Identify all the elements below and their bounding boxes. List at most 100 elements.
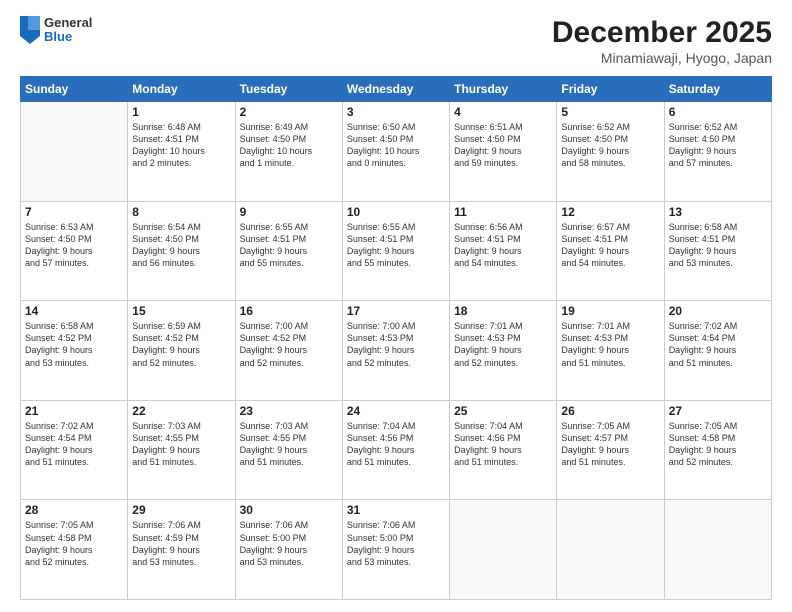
col-thursday: Thursday <box>450 77 557 102</box>
calendar-cell-0-4: 4 Sunrise: 6:51 AMSunset: 4:50 PMDaylight… <box>450 102 557 202</box>
col-saturday: Saturday <box>664 77 771 102</box>
calendar-cell-3-4: 25 Sunrise: 7:04 AMSunset: 4:56 PMDayligh… <box>450 400 557 500</box>
calendar-cell-3-1: 22Sunrise: 7:03 AMSunset: 4:55 PMDayligh… <box>128 400 235 500</box>
day-number: 6 <box>669 105 767 119</box>
calendar-table: Sunday Monday Tuesday Wednesday Thursday… <box>20 76 772 600</box>
day-info: Sunrise: 7:04 AMSunset: 4:56 PMDaylight:… <box>347 420 445 469</box>
day-info: Sunrise: 6:53 AMSunset: 4:50 PMDaylight:… <box>25 221 123 270</box>
calendar-cell-4-0: 28 Sunrise: 7:05 AMSunset: 4:58 PMDayligh… <box>21 500 128 600</box>
day-info: Sunrise: 7:03 AMSunset: 4:55 PMDaylight:… <box>240 420 338 469</box>
calendar-cell-4-2: 30 Sunrise: 7:06 AMSunset: 5:00 PMDayligh… <box>235 500 342 600</box>
day-info: Sunrise: 6:57 AMSunset: 4:51 PMDaylight:… <box>561 221 659 270</box>
calendar-cell-4-3: 31Sunrise: 7:06 AMSunset: 5:00 PMDayligh… <box>342 500 449 600</box>
calendar-cell-1-0: 7 Sunrise: 6:53 AMSunset: 4:50 PMDaylight… <box>21 201 128 301</box>
calendar-cell-1-2: 9Sunrise: 6:55 AMSunset: 4:51 PMDaylight… <box>235 201 342 301</box>
day-number: 26 <box>561 404 659 418</box>
calendar-cell-2-2: 16 Sunrise: 7:00 AMSunset: 4:52 PMDayligh… <box>235 301 342 401</box>
day-info: Sunrise: 7:06 AMSunset: 5:00 PMDaylight:… <box>240 519 338 568</box>
calendar-cell-0-6: 6 Sunrise: 6:52 AMSunset: 4:50 PMDaylight… <box>664 102 771 202</box>
day-number: 1 <box>132 105 230 119</box>
day-number: 5 <box>561 105 659 119</box>
day-info: Sunrise: 7:02 AMSunset: 4:54 PMDaylight:… <box>25 420 123 469</box>
day-info: Sunrise: 6:55 AMSunset: 4:51 PMDaylight:… <box>240 221 338 270</box>
day-number: 28 <box>25 503 123 517</box>
page: General Blue December 2025 Minamiawaji, … <box>0 0 792 612</box>
day-info: Sunrise: 7:06 AMSunset: 4:59 PMDaylight:… <box>132 519 230 568</box>
day-info: Sunrise: 6:51 AMSunset: 4:50 PMDaylight:… <box>454 121 552 170</box>
day-number: 24 <box>347 404 445 418</box>
day-number: 25 <box>454 404 552 418</box>
calendar-cell-2-6: 20Sunrise: 7:02 AMSunset: 4:54 PMDayligh… <box>664 301 771 401</box>
day-number: 23 <box>240 404 338 418</box>
calendar-cell-4-1: 29 Sunrise: 7:06 AMSunset: 4:59 PMDayligh… <box>128 500 235 600</box>
calendar-cell-1-4: 11Sunrise: 6:56 AMSunset: 4:51 PMDayligh… <box>450 201 557 301</box>
day-info: Sunrise: 6:52 AMSunset: 4:50 PMDaylight:… <box>561 121 659 170</box>
calendar-row-4: 28 Sunrise: 7:05 AMSunset: 4:58 PMDayligh… <box>21 500 772 600</box>
day-number: 10 <box>347 205 445 219</box>
day-info: Sunrise: 7:00 AMSunset: 4:52 PMDaylight:… <box>240 320 338 369</box>
header: General Blue December 2025 Minamiawaji, … <box>20 16 772 66</box>
calendar-cell-1-6: 13 Sunrise: 6:58 AMSunset: 4:51 PMDayligh… <box>664 201 771 301</box>
calendar-row-0: 1 Sunrise: 6:48 AMSunset: 4:51 PMDaylight… <box>21 102 772 202</box>
day-info: Sunrise: 6:56 AMSunset: 4:51 PMDaylight:… <box>454 221 552 270</box>
calendar-cell-4-4 <box>450 500 557 600</box>
col-sunday: Sunday <box>21 77 128 102</box>
day-info: Sunrise: 7:05 AMSunset: 4:58 PMDaylight:… <box>25 519 123 568</box>
day-number: 2 <box>240 105 338 119</box>
calendar-row-3: 21Sunrise: 7:02 AMSunset: 4:54 PMDayligh… <box>21 400 772 500</box>
day-info: Sunrise: 7:02 AMSunset: 4:54 PMDaylight:… <box>669 320 767 369</box>
calendar-cell-2-1: 15Sunrise: 6:59 AMSunset: 4:52 PMDayligh… <box>128 301 235 401</box>
calendar-cell-0-3: 3Sunrise: 6:50 AMSunset: 4:50 PMDaylight… <box>342 102 449 202</box>
calendar-cell-2-0: 14Sunrise: 6:58 AMSunset: 4:52 PMDayligh… <box>21 301 128 401</box>
day-info: Sunrise: 7:00 AMSunset: 4:53 PMDaylight:… <box>347 320 445 369</box>
logo-blue: Blue <box>44 30 92 44</box>
calendar-cell-1-3: 10 Sunrise: 6:55 AMSunset: 4:51 PMDayligh… <box>342 201 449 301</box>
col-tuesday: Tuesday <box>235 77 342 102</box>
logo: General Blue <box>20 16 92 45</box>
day-number: 13 <box>669 205 767 219</box>
day-info: Sunrise: 6:55 AMSunset: 4:51 PMDaylight:… <box>347 221 445 270</box>
day-number: 3 <box>347 105 445 119</box>
calendar-cell-0-5: 5 Sunrise: 6:52 AMSunset: 4:50 PMDaylight… <box>557 102 664 202</box>
day-number: 29 <box>132 503 230 517</box>
day-info: Sunrise: 7:01 AMSunset: 4:53 PMDaylight:… <box>454 320 552 369</box>
col-friday: Friday <box>557 77 664 102</box>
day-number: 30 <box>240 503 338 517</box>
calendar-cell-3-6: 27 Sunrise: 7:05 AMSunset: 4:58 PMDayligh… <box>664 400 771 500</box>
col-wednesday: Wednesday <box>342 77 449 102</box>
day-info: Sunrise: 7:01 AMSunset: 4:53 PMDaylight:… <box>561 320 659 369</box>
calendar-cell-1-5: 12Sunrise: 6:57 AMSunset: 4:51 PMDayligh… <box>557 201 664 301</box>
calendar-row-1: 7 Sunrise: 6:53 AMSunset: 4:50 PMDaylight… <box>21 201 772 301</box>
day-info: Sunrise: 7:03 AMSunset: 4:55 PMDaylight:… <box>132 420 230 469</box>
calendar-cell-3-0: 21Sunrise: 7:02 AMSunset: 4:54 PMDayligh… <box>21 400 128 500</box>
col-monday: Monday <box>128 77 235 102</box>
day-info: Sunrise: 6:54 AMSunset: 4:50 PMDaylight:… <box>132 221 230 270</box>
calendar-cell-4-6 <box>664 500 771 600</box>
day-info: Sunrise: 7:04 AMSunset: 4:56 PMDaylight:… <box>454 420 552 469</box>
calendar-cell-2-4: 18Sunrise: 7:01 AMSunset: 4:53 PMDayligh… <box>450 301 557 401</box>
day-info: Sunrise: 6:58 AMSunset: 4:51 PMDaylight:… <box>669 221 767 270</box>
calendar-row-2: 14Sunrise: 6:58 AMSunset: 4:52 PMDayligh… <box>21 301 772 401</box>
calendar-cell-2-5: 19 Sunrise: 7:01 AMSunset: 4:53 PMDayligh… <box>557 301 664 401</box>
day-number: 4 <box>454 105 552 119</box>
day-number: 27 <box>669 404 767 418</box>
day-info: Sunrise: 6:52 AMSunset: 4:50 PMDaylight:… <box>669 121 767 170</box>
day-number: 16 <box>240 304 338 318</box>
calendar-title: December 2025 <box>552 16 772 50</box>
day-number: 19 <box>561 304 659 318</box>
day-info: Sunrise: 6:48 AMSunset: 4:51 PMDaylight:… <box>132 121 230 170</box>
calendar-cell-3-5: 26 Sunrise: 7:05 AMSunset: 4:57 PMDayligh… <box>557 400 664 500</box>
calendar-cell-2-3: 17 Sunrise: 7:00 AMSunset: 4:53 PMDayligh… <box>342 301 449 401</box>
day-info: Sunrise: 6:59 AMSunset: 4:52 PMDaylight:… <box>132 320 230 369</box>
calendar-cell-4-5 <box>557 500 664 600</box>
day-number: 17 <box>347 304 445 318</box>
calendar-cell-0-0 <box>21 102 128 202</box>
calendar-cell-1-1: 8Sunrise: 6:54 AMSunset: 4:50 PMDaylight… <box>128 201 235 301</box>
day-number: 7 <box>25 205 123 219</box>
calendar-subtitle: Minamiawaji, Hyogo, Japan <box>552 50 772 66</box>
day-info: Sunrise: 7:05 AMSunset: 4:57 PMDaylight:… <box>561 420 659 469</box>
day-info: Sunrise: 7:05 AMSunset: 4:58 PMDaylight:… <box>669 420 767 469</box>
day-info: Sunrise: 6:58 AMSunset: 4:52 PMDaylight:… <box>25 320 123 369</box>
day-info: Sunrise: 6:49 AMSunset: 4:50 PMDaylight:… <box>240 121 338 170</box>
title-block: December 2025 Minamiawaji, Hyogo, Japan <box>552 16 772 66</box>
